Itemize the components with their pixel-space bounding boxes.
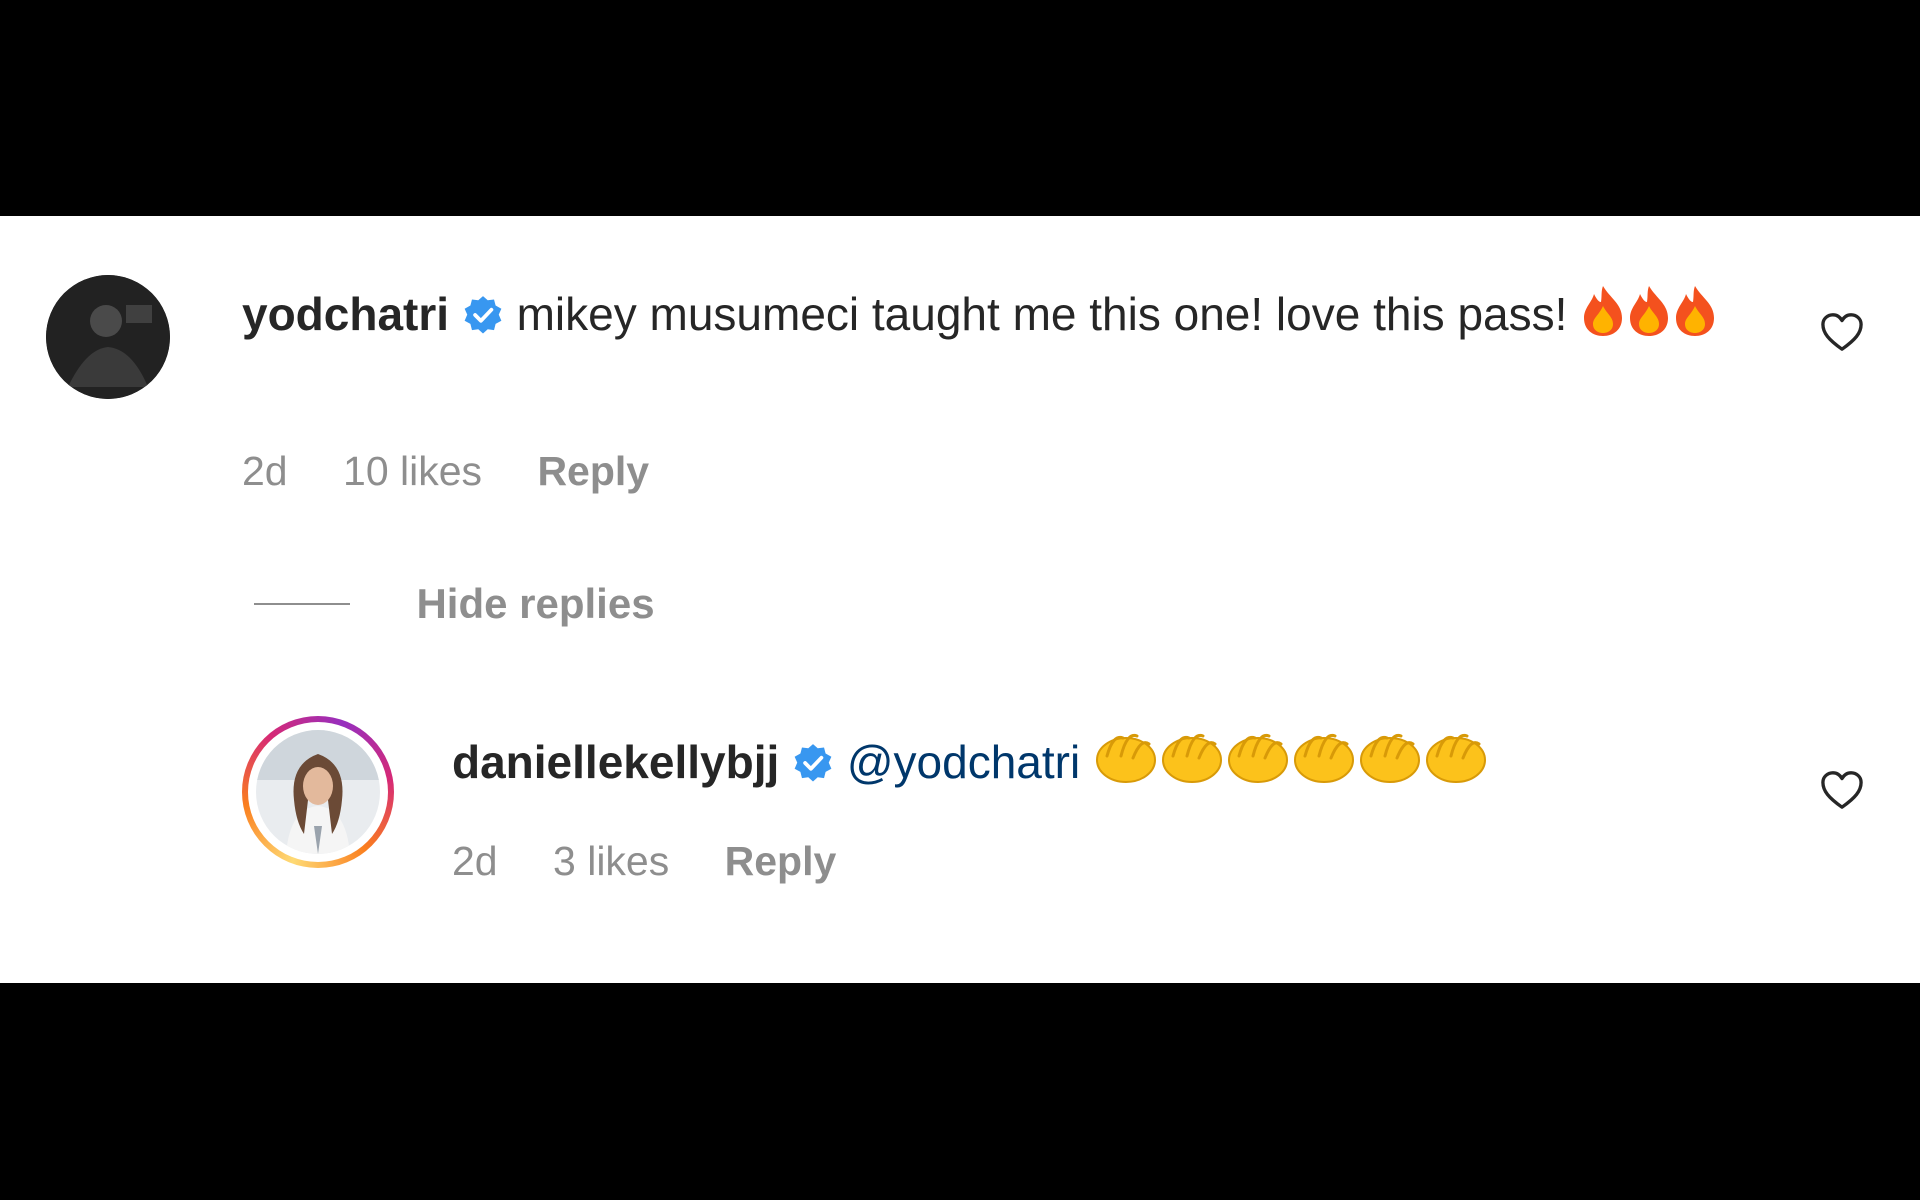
reply-meta: 2d 3 likes Reply — [452, 838, 880, 885]
reply-body: daniellekellybjj @yodchatri — [452, 726, 1489, 806]
clapping-hands-icon — [1225, 726, 1291, 806]
like-reply-button[interactable] — [1819, 769, 1865, 811]
reply-time[interactable]: 2d — [452, 838, 498, 884]
comment-time[interactable]: 2d — [242, 448, 288, 494]
reply-username[interactable]: daniellekellybjj — [452, 736, 779, 788]
clapping-hands-icon — [1093, 726, 1159, 806]
verified-badge-icon — [462, 284, 504, 356]
heart-outline-icon — [1821, 771, 1863, 809]
fire-icon — [1626, 284, 1672, 358]
hide-replies-label: Hide replies — [416, 580, 655, 627]
user-avatar-story-ring-icon — [256, 730, 380, 854]
replies-divider — [254, 603, 350, 605]
comments-panel: yodchatri mikey musumeci taught me this … — [0, 216, 1920, 983]
reply-reply-button[interactable]: Reply — [725, 838, 837, 884]
verified-badge-icon — [792, 732, 834, 804]
comment-body: yodchatri mikey musumeci taught me this … — [242, 278, 1722, 358]
heart-outline-icon — [1821, 313, 1863, 351]
letterbox-bottom — [0, 983, 1920, 1200]
letterbox-top — [0, 0, 1920, 216]
reply-likes[interactable]: 3 likes — [553, 838, 669, 884]
comment-text: mikey musumeci taught me this one! love … — [516, 288, 1568, 340]
user-avatar-dark-icon — [46, 275, 170, 399]
fire-icon — [1580, 284, 1626, 358]
avatar-yodchatri[interactable] — [46, 275, 170, 399]
comment-likes[interactable]: 10 likes — [343, 448, 482, 494]
avatar-daniellekellybjj[interactable] — [242, 716, 394, 868]
hide-replies-button[interactable]: Hide replies — [254, 580, 655, 628]
comment-meta: 2d 10 likes Reply — [242, 448, 693, 495]
clapping-hands-icon — [1423, 726, 1489, 806]
comment-username[interactable]: yodchatri — [242, 288, 449, 340]
clapping-hands-icon — [1291, 726, 1357, 806]
clapping-hands-icon — [1357, 726, 1423, 806]
clapping-hands-icon — [1159, 726, 1225, 806]
story-ring-gap — [248, 722, 388, 862]
reply-mention-link[interactable]: @yodchatri — [847, 736, 1080, 788]
fire-icon — [1672, 284, 1718, 358]
clap-emoji-group — [1093, 733, 1489, 788]
comment-reply-button[interactable]: Reply — [537, 448, 649, 494]
like-comment-button[interactable] — [1819, 311, 1865, 353]
fire-emoji-group — [1580, 286, 1718, 340]
